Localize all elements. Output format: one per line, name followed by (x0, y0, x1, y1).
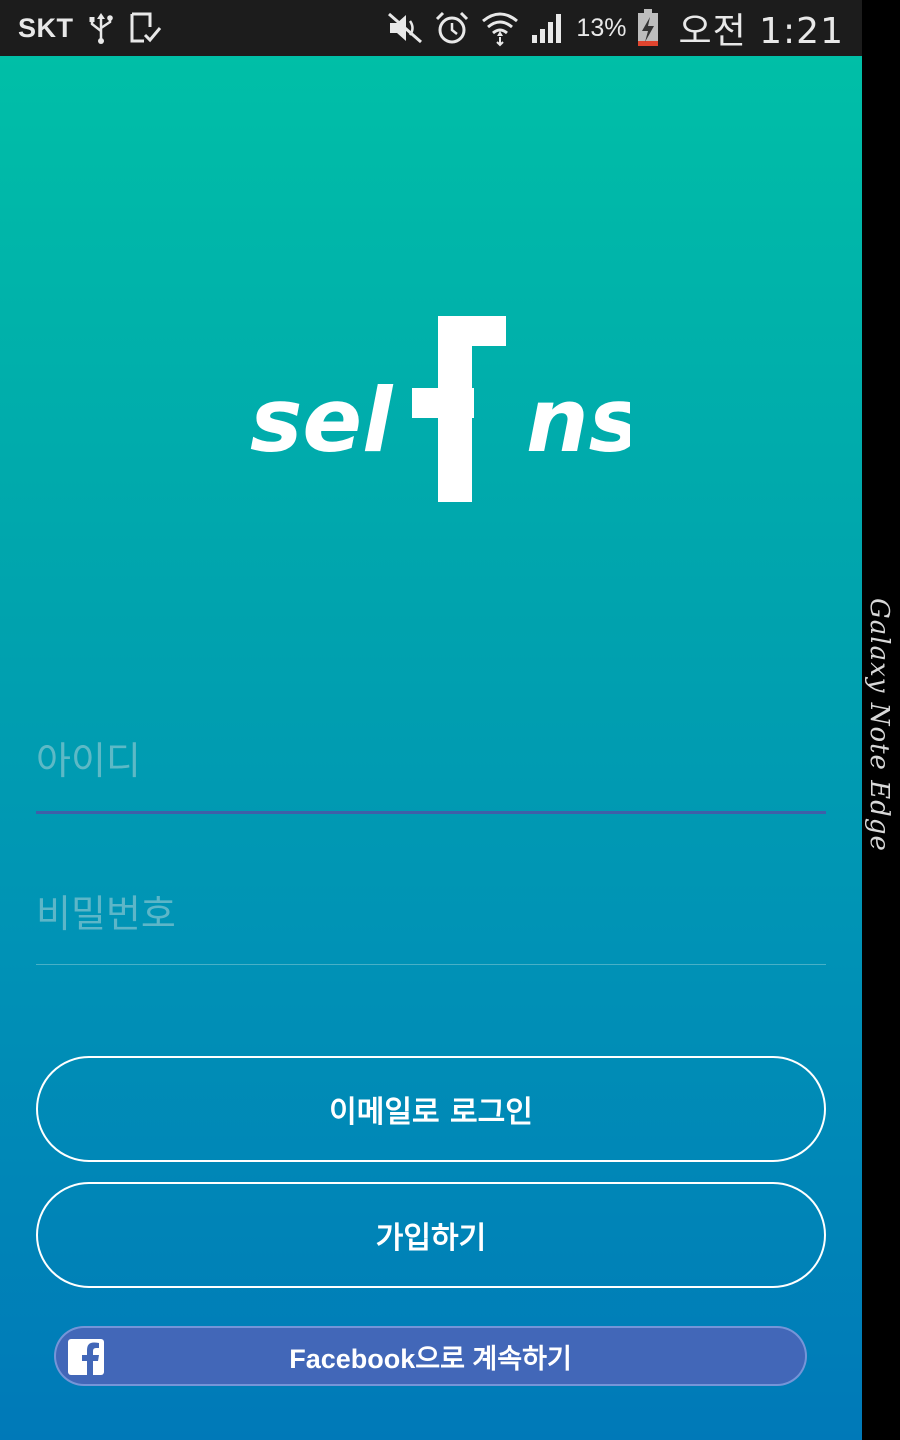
logo-text-right: ns (526, 369, 630, 472)
logo-mark-top (438, 316, 506, 346)
facebook-login-label: Facebook으로 계속하기 (289, 1343, 572, 1374)
facebook-login-button[interactable]: Facebook으로 계속하기 (54, 1326, 807, 1386)
email-login-button[interactable]: 이메일로 로그인 (36, 1056, 826, 1162)
password-input[interactable] (36, 874, 826, 954)
mute-icon (386, 8, 424, 48)
signup-label: 가입하기 (375, 1221, 487, 1256)
email-login-label: 이메일로 로그인 (329, 1095, 533, 1130)
id-field (36, 721, 826, 814)
logo-mark-bar (412, 388, 474, 418)
usb-icon (88, 8, 114, 48)
signal-icon (530, 8, 566, 48)
facebook-icon (68, 1339, 104, 1375)
password-field (36, 874, 826, 965)
wifi-icon (480, 8, 520, 48)
battery-charging-icon (636, 8, 660, 48)
battery-percent: 13% (576, 13, 627, 42)
screenshot-icon (128, 8, 162, 48)
device-edge-label: Galaxy Note Edge (864, 598, 894, 852)
device-frame: SKT 13% 오전 1:21 sel ns 아이디 이메일로 로그인 가입하기… (0, 0, 900, 1440)
signup-button[interactable]: 가입하기 (36, 1182, 826, 1288)
id-input[interactable] (36, 721, 826, 801)
password-input-underline (36, 964, 826, 965)
alarm-icon (434, 8, 470, 48)
carrier-label: SKT (18, 12, 74, 43)
logo-text-left: sel (250, 369, 394, 472)
status-bar: SKT 13% 오전 1:21 (0, 0, 862, 56)
app-logo: sel ns (250, 316, 630, 502)
id-input-underline (36, 811, 826, 814)
login-screen: sel ns 이메일로 로그인 가입하기 Facebook으로 계속하기 (0, 56, 862, 1440)
clock: 오전 1:21 (678, 11, 844, 52)
